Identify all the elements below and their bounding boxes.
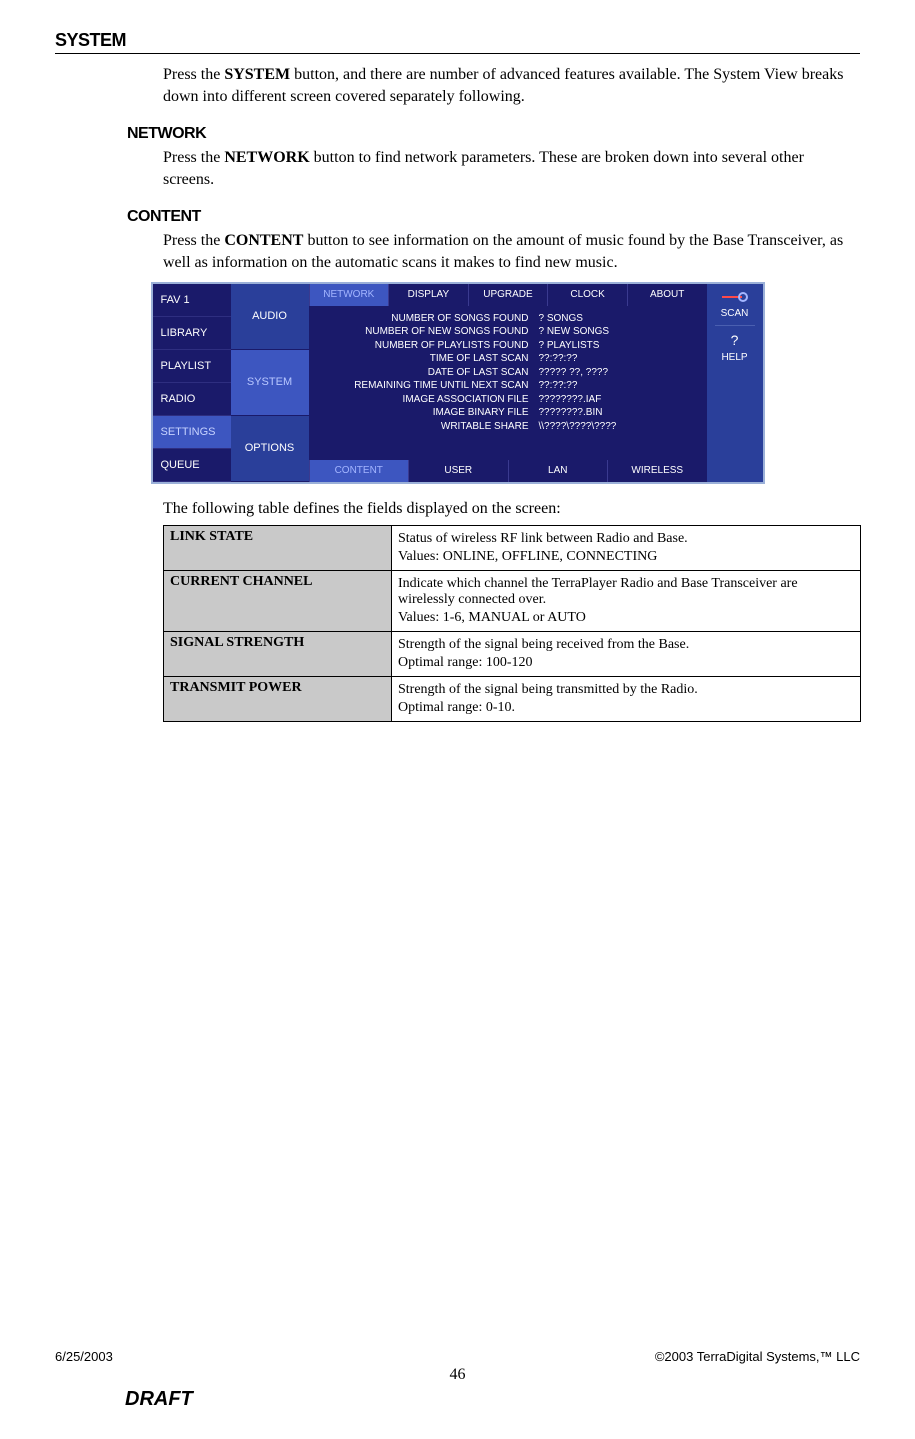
tab-network[interactable]: NETWORK bbox=[309, 284, 389, 306]
row-playlists: NUMBER OF PLAYLISTS FOUND? PLAYLISTS bbox=[319, 339, 697, 353]
val-current-channel: Indicate which channel the TerraPlayer R… bbox=[392, 571, 861, 632]
scan-icon[interactable] bbox=[720, 290, 750, 304]
separator bbox=[715, 325, 755, 326]
text: Strength of the signal being transmitted… bbox=[398, 682, 854, 698]
network-paragraph: Press the NETWORK button to find network… bbox=[163, 147, 850, 190]
footer-page-number: 46 bbox=[55, 1366, 860, 1384]
ui-bottom-tabs: CONTENT USER LAN WIRELESS bbox=[309, 460, 707, 482]
nav-audio[interactable]: AUDIO bbox=[231, 284, 309, 350]
text: Strength of the signal being received fr… bbox=[398, 637, 854, 653]
val-link-state: Status of wireless RF link between Radio… bbox=[392, 526, 861, 571]
system-paragraph: Press the SYSTEM button, and there are n… bbox=[163, 64, 850, 107]
ui-top-tabs: NETWORK DISPLAY UPGRADE CLOCK ABOUT bbox=[309, 284, 707, 306]
table-row: LINK STATE Status of wireless RF link be… bbox=[164, 526, 861, 571]
value: ? SONGS bbox=[539, 312, 697, 326]
ui-mid-column: AUDIO SYSTEM OPTIONS bbox=[231, 284, 309, 482]
text: Indicate which channel the TerraPlayer R… bbox=[398, 576, 854, 608]
row-date-last-scan: DATE OF LAST SCAN????? ??, ???? bbox=[319, 366, 697, 380]
ui-screenshot: FAV 1 LIBRARY PLAYLIST RADIO SETTINGS QU… bbox=[151, 282, 765, 484]
footer-copyright: ©2003 TerraDigital Systems,™ LLC bbox=[655, 1349, 860, 1364]
text: Values: 1-6, MANUAL or AUTO bbox=[398, 610, 854, 626]
row-image-assoc: IMAGE ASSOCIATION FILE????????.IAF bbox=[319, 393, 697, 407]
key-link-state: LINK STATE bbox=[164, 526, 392, 571]
value: ??:??:?? bbox=[539, 352, 697, 366]
btab-content[interactable]: CONTENT bbox=[309, 460, 409, 482]
help-label[interactable]: HELP bbox=[721, 352, 747, 363]
bold-network: NETWORK bbox=[224, 149, 309, 166]
document-page: SYSTEM Press the SYSTEM button, and ther… bbox=[0, 0, 915, 1439]
nav-options[interactable]: OPTIONS bbox=[231, 416, 309, 482]
label: WRITABLE SHARE bbox=[319, 420, 539, 434]
btab-lan[interactable]: LAN bbox=[508, 460, 608, 482]
table-row: SIGNAL STRENGTH Strength of the signal b… bbox=[164, 632, 861, 677]
ui-center-area: NETWORK DISPLAY UPGRADE CLOCK ABOUT NUMB… bbox=[309, 284, 707, 482]
value: ? NEW SONGS bbox=[539, 325, 697, 339]
heading-content: CONTENT bbox=[127, 208, 860, 226]
label: IMAGE ASSOCIATION FILE bbox=[319, 393, 539, 407]
value: ????? ??, ???? bbox=[539, 366, 697, 380]
label: NUMBER OF PLAYLISTS FOUND bbox=[319, 339, 539, 353]
text: Press the bbox=[163, 232, 224, 249]
value: ? PLAYLISTS bbox=[539, 339, 697, 353]
value: ????????.IAF bbox=[539, 393, 697, 407]
scan-label[interactable]: SCAN bbox=[721, 308, 749, 319]
text: Optimal range: 0-10. bbox=[398, 700, 854, 716]
page-footer: 6/25/2003 ©2003 TerraDigital Systems,™ L… bbox=[55, 1349, 860, 1411]
text: Optimal range: 100-120 bbox=[398, 655, 854, 671]
label: NUMBER OF SONGS FOUND bbox=[319, 312, 539, 326]
definitions-table: LINK STATE Status of wireless RF link be… bbox=[163, 525, 861, 722]
footer-draft: DRAFT bbox=[125, 1388, 860, 1411]
nav-settings[interactable]: SETTINGS bbox=[153, 416, 231, 449]
heading-system: SYSTEM bbox=[55, 30, 860, 51]
tab-display[interactable]: DISPLAY bbox=[388, 284, 468, 306]
tab-clock[interactable]: CLOCK bbox=[547, 284, 627, 306]
content-paragraph: Press the CONTENT button to see informat… bbox=[163, 230, 850, 273]
text: Values: ONLINE, OFFLINE, CONNECTING bbox=[398, 549, 854, 565]
ui-right-column: SCAN ? HELP bbox=[707, 284, 763, 482]
label: NUMBER OF NEW SONGS FOUND bbox=[319, 325, 539, 339]
tab-about[interactable]: ABOUT bbox=[627, 284, 707, 306]
val-transmit-power: Strength of the signal being transmitted… bbox=[392, 677, 861, 722]
nav-library[interactable]: LIBRARY bbox=[153, 317, 231, 350]
row-new-songs: NUMBER OF NEW SONGS FOUND? NEW SONGS bbox=[319, 325, 697, 339]
label: REMAINING TIME UNTIL NEXT SCAN bbox=[319, 379, 539, 393]
text: Status of wireless RF link between Radio… bbox=[398, 531, 854, 547]
nav-radio[interactable]: RADIO bbox=[153, 383, 231, 416]
label: TIME OF LAST SCAN bbox=[319, 352, 539, 366]
nav-system[interactable]: SYSTEM bbox=[231, 350, 309, 416]
nav-fav1[interactable]: FAV 1 bbox=[153, 284, 231, 317]
label: DATE OF LAST SCAN bbox=[319, 366, 539, 380]
ui-content-area: NUMBER OF SONGS FOUND? SONGS NUMBER OF N… bbox=[309, 306, 707, 460]
tab-upgrade[interactable]: UPGRADE bbox=[468, 284, 548, 306]
heading-network: NETWORK bbox=[127, 125, 860, 143]
value: \\????\????\???? bbox=[539, 420, 697, 434]
bold-system: SYSTEM bbox=[224, 66, 290, 83]
row-remaining-time: REMAINING TIME UNTIL NEXT SCAN??:??:?? bbox=[319, 379, 697, 393]
key-transmit-power: TRANSMIT POWER bbox=[164, 677, 392, 722]
val-signal-strength: Strength of the signal being received fr… bbox=[392, 632, 861, 677]
row-songs-found: NUMBER OF SONGS FOUND? SONGS bbox=[319, 312, 697, 326]
heading-rule bbox=[55, 53, 860, 54]
btab-user[interactable]: USER bbox=[408, 460, 508, 482]
row-time-last-scan: TIME OF LAST SCAN??:??:?? bbox=[319, 352, 697, 366]
key-current-channel: CURRENT CHANNEL bbox=[164, 571, 392, 632]
value: ??:??:?? bbox=[539, 379, 697, 393]
table-intro: The following table defines the fields d… bbox=[163, 498, 850, 520]
text: Press the bbox=[163, 66, 224, 83]
help-icon[interactable]: ? bbox=[731, 332, 739, 348]
table-row: TRANSMIT POWER Strength of the signal be… bbox=[164, 677, 861, 722]
bold-content: CONTENT bbox=[224, 232, 303, 249]
nav-queue[interactable]: QUEUE bbox=[153, 449, 231, 482]
ui-left-column: FAV 1 LIBRARY PLAYLIST RADIO SETTINGS QU… bbox=[153, 284, 231, 482]
label: IMAGE BINARY FILE bbox=[319, 406, 539, 420]
nav-playlist[interactable]: PLAYLIST bbox=[153, 350, 231, 383]
btab-wireless[interactable]: WIRELESS bbox=[607, 460, 707, 482]
table-row: CURRENT CHANNEL Indicate which channel t… bbox=[164, 571, 861, 632]
row-writable-share: WRITABLE SHARE\\????\????\???? bbox=[319, 420, 697, 434]
row-image-binary: IMAGE BINARY FILE????????.BIN bbox=[319, 406, 697, 420]
footer-date: 6/25/2003 bbox=[55, 1349, 113, 1364]
text: Press the bbox=[163, 149, 224, 166]
value: ????????.BIN bbox=[539, 406, 697, 420]
key-signal-strength: SIGNAL STRENGTH bbox=[164, 632, 392, 677]
